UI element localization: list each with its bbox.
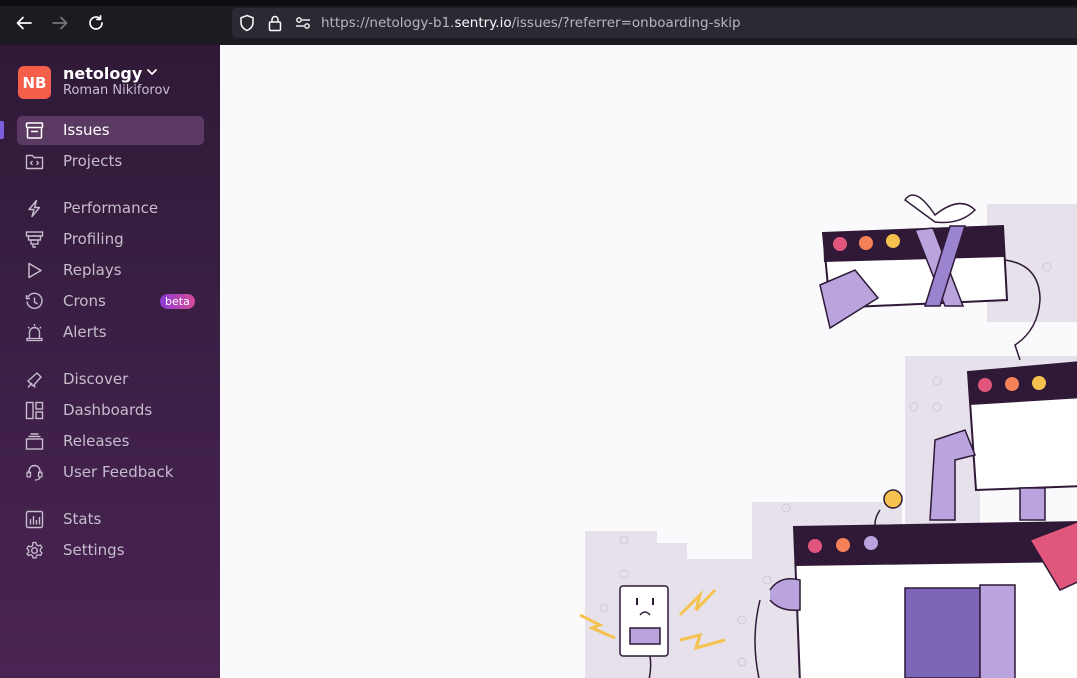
releases-icon [25, 432, 44, 451]
sidebar-item-label: Issues [63, 121, 110, 139]
lock-icon[interactable] [266, 14, 284, 32]
empty-state-illustration [579, 194, 1077, 678]
sidebar-item-projects[interactable]: Projects [17, 147, 204, 176]
sidebar-item-replays[interactable]: Replays [17, 256, 204, 285]
reload-button[interactable] [85, 12, 107, 34]
active-indicator [0, 121, 4, 139]
sidebar-item-profiling[interactable]: Profiling [17, 225, 204, 254]
lightning-icon [25, 199, 44, 218]
sidebar-item-issues[interactable]: Issues [17, 116, 204, 145]
permissions-icon[interactable] [294, 14, 312, 32]
url-prefix: https://netology-b1. [321, 15, 455, 31]
sidebar-item-label: Dashboards [63, 401, 153, 419]
sidebar-item-label: Crons [63, 292, 106, 310]
beta-badge: beta [160, 294, 195, 309]
profiling-icon [25, 230, 44, 249]
clock-icon [25, 292, 44, 311]
org-avatar[interactable]: NB [18, 66, 51, 99]
sidebar-item-label: Projects [63, 152, 123, 170]
sidebar-item-alerts[interactable]: Alerts [17, 318, 204, 347]
chevron-down-icon [147, 69, 158, 75]
issues-icon [25, 121, 44, 140]
forward-button[interactable] [49, 12, 71, 34]
url-text: https://netology-b1.sentry.io/issues/?re… [321, 15, 741, 31]
megaphone-icon [25, 463, 44, 482]
stats-icon [25, 510, 44, 529]
url-path: /issues/?referrer=onboarding-skip [511, 15, 741, 31]
sidebar-item-releases[interactable]: Releases [17, 427, 204, 456]
sidebar-item-dashboards[interactable]: Dashboards [17, 396, 204, 425]
dashboard-icon [25, 401, 44, 420]
main-content [220, 45, 1077, 678]
sidebar: NB netology Roman Nikiforov Issues Proje… [0, 45, 220, 678]
back-button[interactable] [13, 12, 35, 34]
sidebar-item-performance[interactable]: Performance [17, 194, 204, 223]
sidebar-item-crons[interactable]: Crons beta [17, 287, 204, 316]
reload-icon [89, 14, 103, 30]
sidebar-item-label: Releases [63, 432, 130, 450]
gear-icon [25, 541, 44, 560]
siren-icon [25, 323, 44, 342]
sidebar-item-user-feedback[interactable]: User Feedback [17, 458, 204, 487]
sidebar-item-label: Discover [63, 370, 129, 388]
sidebar-item-label: Profiling [63, 230, 124, 248]
tab-strip [0, 0, 1077, 6]
forward-arrow-icon [52, 16, 68, 30]
sidebar-item-label: Performance [63, 199, 159, 217]
sidebar-item-discover[interactable]: Discover [17, 365, 204, 394]
sidebar-item-label: Stats [63, 510, 102, 528]
projects-icon [25, 152, 44, 171]
org-name-label: netology [63, 64, 143, 83]
address-bar[interactable]: https://netology-b1.sentry.io/issues/?re… [232, 8, 1077, 38]
org-name[interactable]: netology [63, 64, 158, 83]
sidebar-item-label: Alerts [63, 323, 107, 341]
sidebar-item-label: User Feedback [63, 463, 174, 481]
sidebar-item-stats[interactable]: Stats [17, 505, 204, 534]
back-arrow-icon [16, 16, 32, 30]
sidebar-item-label: Replays [63, 261, 122, 279]
user-name: Roman Nikiforov [63, 83, 171, 98]
url-domain: sentry.io [454, 15, 512, 31]
sidebar-item-label: Settings [63, 541, 125, 559]
shield-icon[interactable] [238, 14, 256, 32]
play-icon [25, 261, 44, 280]
sidebar-item-settings[interactable]: Settings [17, 536, 204, 565]
browser-toolbar: https://netology-b1.sentry.io/issues/?re… [0, 0, 1077, 45]
telescope-icon [25, 370, 44, 389]
